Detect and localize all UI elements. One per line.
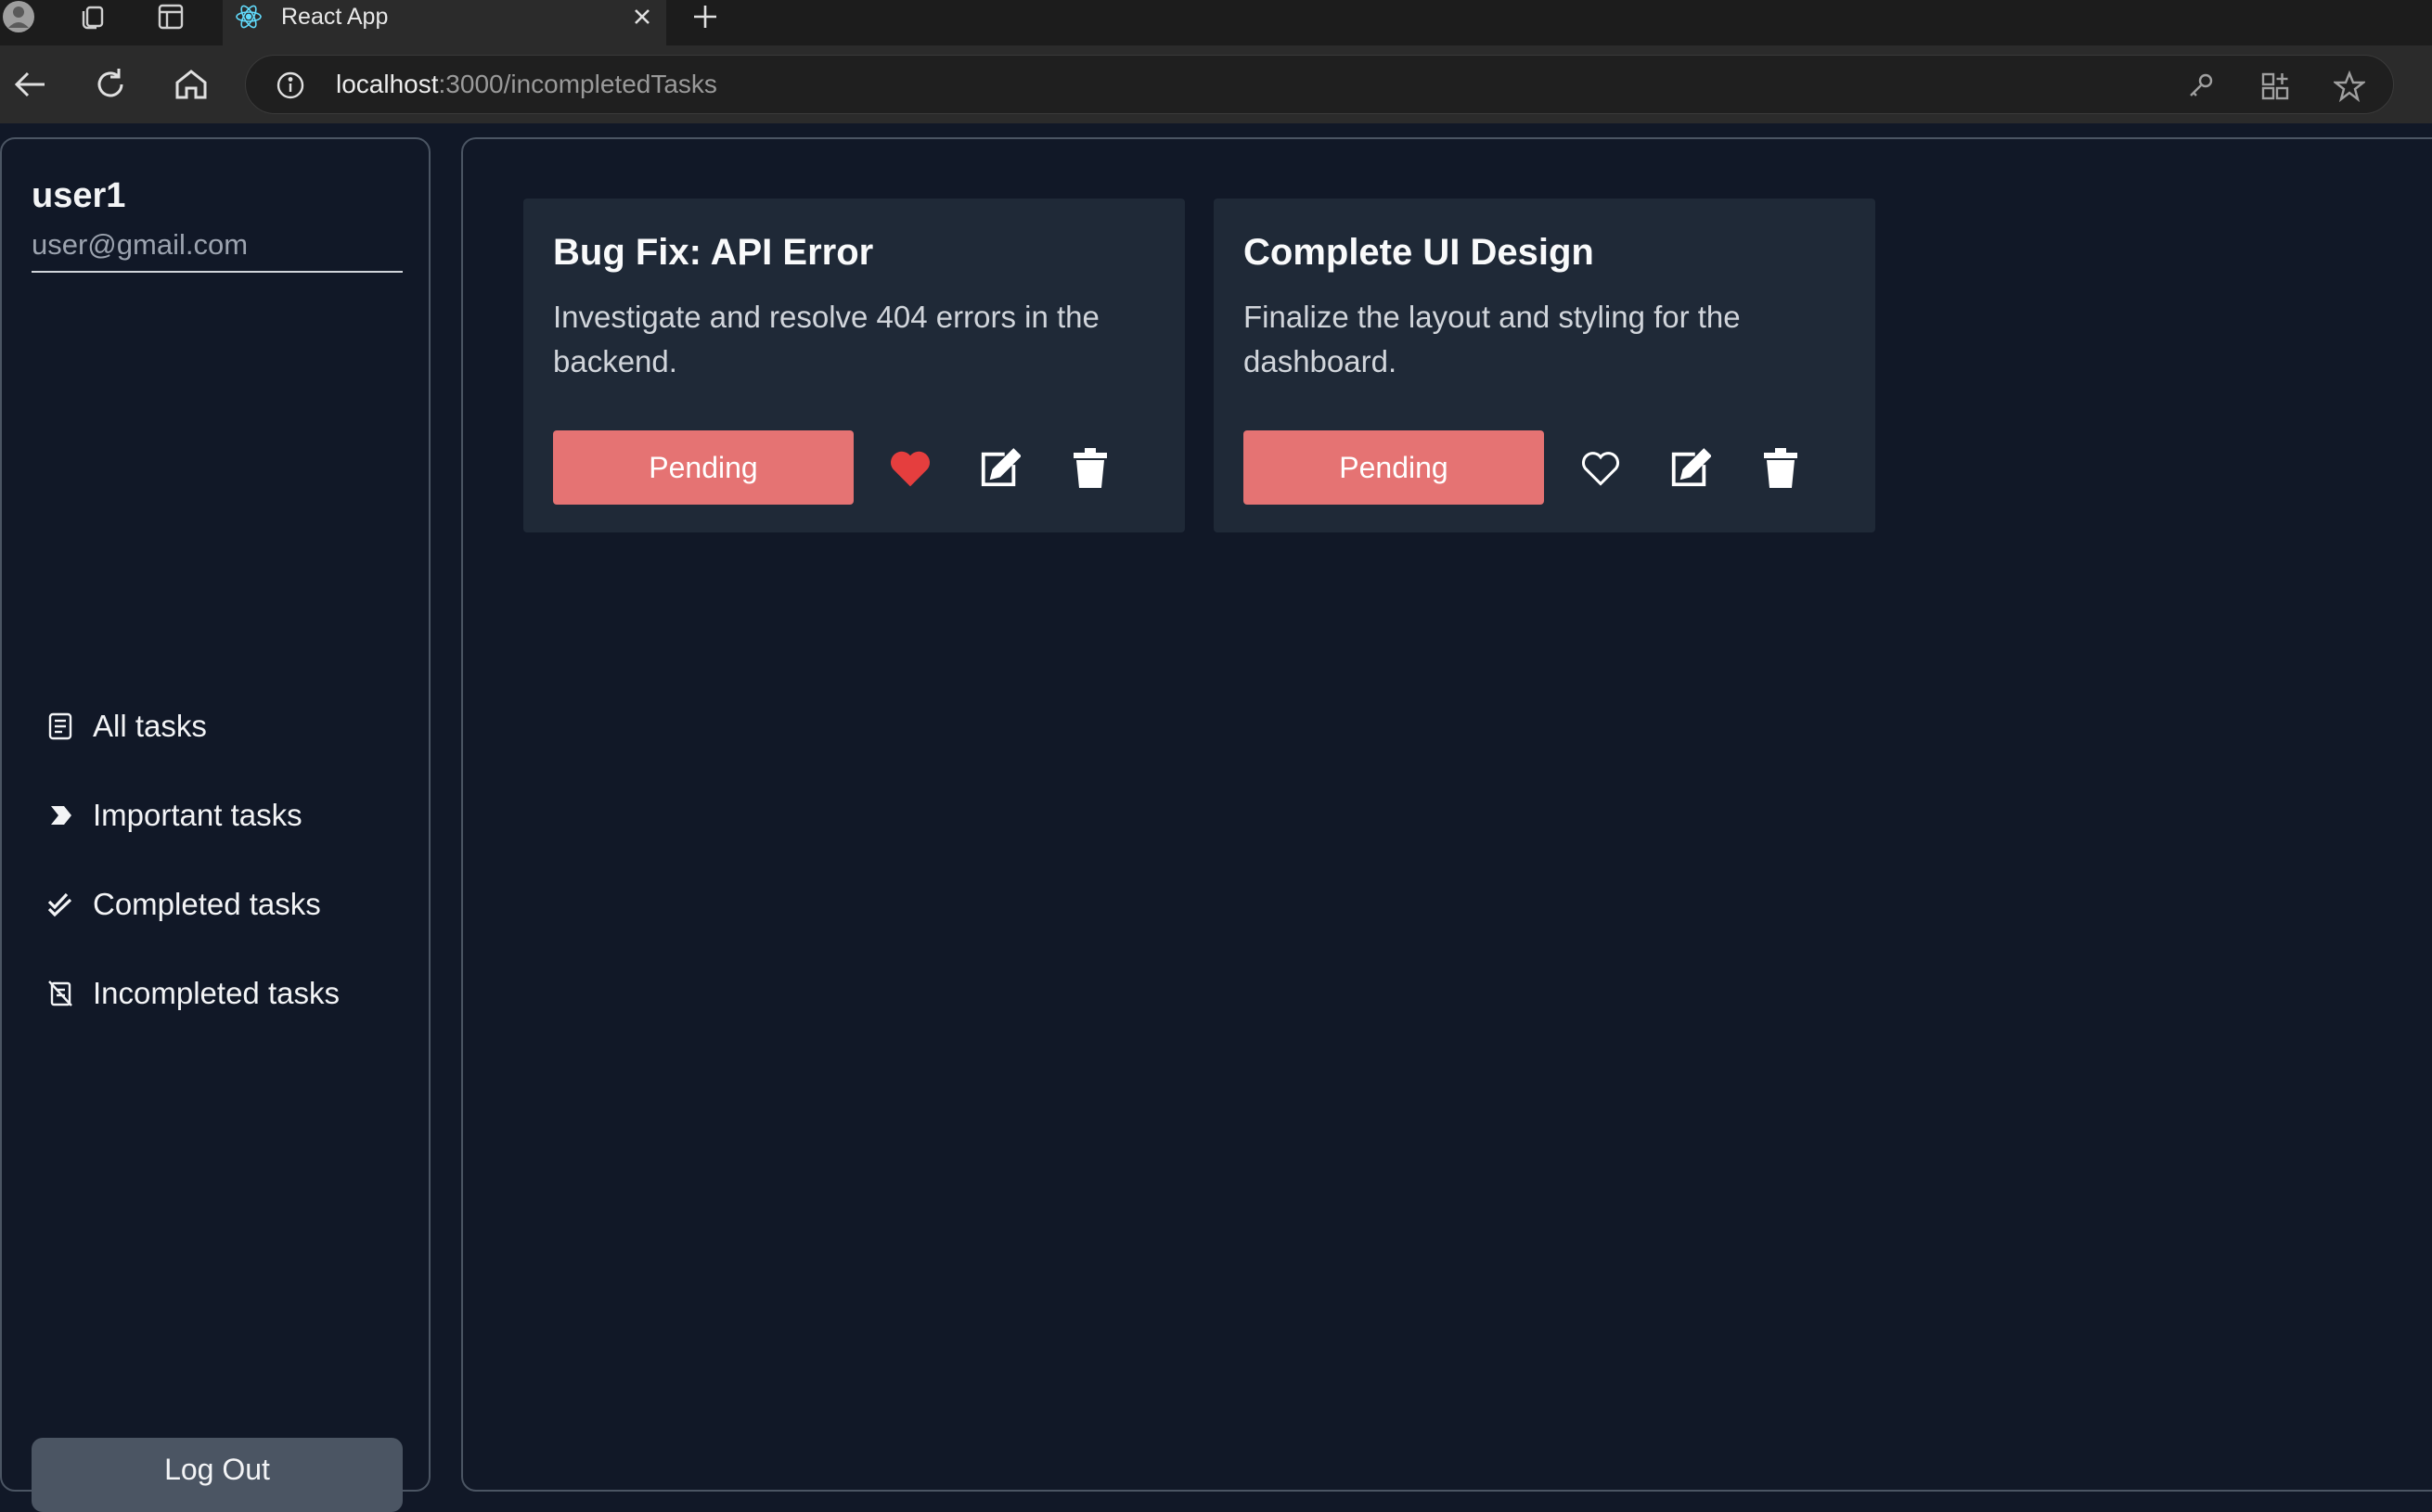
workspaces-icon[interactable]	[74, 0, 111, 33]
edit-icon[interactable]	[1668, 447, 1711, 490]
sidebar-item-label: Important tasks	[93, 798, 302, 832]
sidebar-item-incompleted-tasks[interactable]: Incompleted tasks	[46, 966, 340, 1021]
close-icon[interactable]	[629, 4, 655, 30]
heart-filled-icon[interactable]	[889, 447, 932, 490]
site-info-icon[interactable]	[276, 70, 305, 100]
address-bar[interactable]: localhost:3000/incompletedTasks	[245, 55, 2394, 114]
user-divider	[32, 271, 403, 273]
active-tab[interactable]: React App	[223, 0, 666, 45]
double-check-icon	[46, 891, 74, 918]
trash-icon[interactable]	[1069, 447, 1112, 490]
task-title: Bug Fix: API Error	[553, 232, 874, 273]
tab-title: React App	[281, 4, 389, 30]
task-description: Investigate and resolve 404 errors in th…	[553, 300, 1100, 378]
apps-icon[interactable]	[2259, 70, 2291, 102]
user-email: user@gmail.com	[32, 228, 249, 261]
sidebar-item-label: Incompleted tasks	[93, 976, 340, 1010]
home-icon[interactable]	[171, 64, 212, 105]
url-path: :3000/incompletedTasks	[438, 70, 717, 98]
back-icon[interactable]	[9, 64, 50, 105]
sidebar-item-label: Completed tasks	[93, 887, 321, 921]
sidebar-item-completed-tasks[interactable]: Completed tasks	[46, 877, 321, 932]
browser-toolbar: localhost:3000/incompletedTasks	[0, 45, 2432, 123]
react-favicon-icon	[232, 0, 265, 33]
main-content: Bug Fix: API Error Investigate and resol…	[461, 137, 2432, 1492]
sidebar-item-important-tasks[interactable]: Important tasks	[46, 788, 302, 843]
profile-icon[interactable]	[0, 0, 37, 33]
password-key-icon[interactable]	[2185, 70, 2217, 102]
crossed-note-icon	[46, 980, 74, 1007]
tab-actions-icon[interactable]	[152, 0, 189, 33]
trash-icon[interactable]	[1759, 447, 1802, 490]
status-button[interactable]: Pending	[1243, 430, 1544, 505]
user-name: user1	[32, 176, 126, 215]
new-tab-icon[interactable]	[690, 2, 720, 32]
important-chevron-icon	[46, 801, 74, 829]
sidebar-item-label: All tasks	[93, 709, 207, 743]
sidebar-item-all-tasks[interactable]: All tasks	[46, 698, 207, 754]
edit-icon[interactable]	[978, 447, 1021, 490]
favorites-star-icon[interactable]	[2332, 70, 2367, 103]
refresh-icon[interactable]	[90, 64, 131, 105]
task-card: Complete UI Design Finalize the layout a…	[1214, 199, 1875, 532]
task-title: Complete UI Design	[1243, 232, 1594, 273]
document-list-icon	[46, 712, 74, 740]
task-card: Bug Fix: API Error Investigate and resol…	[523, 199, 1185, 532]
heart-outline-icon[interactable]	[1579, 447, 1622, 490]
sidebar: user1 user@gmail.com All tasks Important…	[0, 137, 431, 1512]
task-description: Finalize the layout and styling for the …	[1243, 300, 1741, 378]
url-host: localhost	[336, 70, 439, 98]
status-button[interactable]: Pending	[553, 430, 854, 505]
logout-button[interactable]: Log Out	[32, 1438, 403, 1512]
url-text[interactable]: localhost:3000/incompletedTasks	[336, 56, 717, 113]
